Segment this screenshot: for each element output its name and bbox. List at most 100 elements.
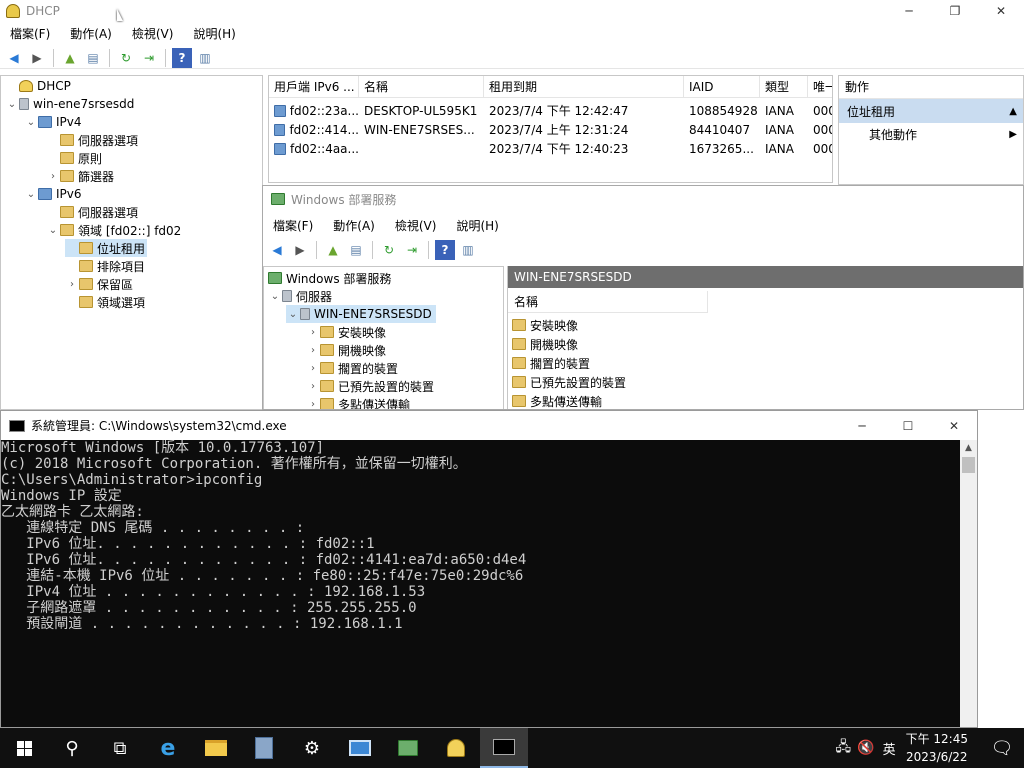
up-folder-icon[interactable]: ▲ [323,240,343,260]
chevron-down-icon[interactable]: ⌄ [268,291,282,302]
dhcp-titlebar[interactable]: DHCP ─ ❐ ✕ [0,0,1024,22]
back-arrow-icon[interactable]: ◀ [4,48,24,68]
menu-file[interactable]: 檔案(F) [263,217,323,234]
list-item[interactable]: 開機映像 [512,335,578,353]
tree-item-pending-devices[interactable]: › 擱置的裝置 [306,359,398,377]
file-explorer-icon[interactable] [192,728,240,768]
tree-item-install-images[interactable]: › 安裝映像 [306,323,386,341]
export-list-icon[interactable]: ⇥ [139,48,159,68]
tree-item-scope[interactable]: ⌄ 領域 [fd02::] fd02 [46,221,182,239]
chevron-down-icon[interactable]: ⌄ [5,99,19,110]
tree-item-ipv4-server-options[interactable]: 伺服器選項 [46,131,138,149]
close-button[interactable]: ✕ [978,0,1024,22]
dhcp-taskbar-icon[interactable] [432,728,480,768]
action-center-icon[interactable]: 🗨 [980,728,1024,768]
chevron-right-icon[interactable]: › [306,381,320,392]
actions-section-address-leases[interactable]: 位址租用 ▲ [839,99,1023,123]
menu-action[interactable]: 動作(A) [323,217,385,234]
column-client-ipv6[interactable]: 用戶端 IPv6 ... [269,76,359,97]
tree-item-reservations[interactable]: › 保留區 [65,275,133,293]
chevron-down-icon[interactable]: ⌄ [24,189,38,200]
minimize-button[interactable]: ─ [839,411,885,440]
list-item[interactable]: 多點傳送傳輸 [512,392,602,409]
column-lease-expiration[interactable]: 租用到期 [484,76,684,97]
minimize-button[interactable]: ─ [886,0,932,22]
close-button[interactable]: ✕ [931,411,977,440]
help-icon[interactable]: ? [172,47,192,68]
chevron-right-icon[interactable]: › [65,279,79,290]
cmd-taskbar-icon[interactable] [480,728,528,768]
volume-muted-icon[interactable]: 🔇 [857,740,874,756]
clock[interactable]: 下午 12:45 2023/6/22 [906,730,968,766]
cmd-output[interactable]: Microsoft Windows [版本 10.0.17763.107] (c)… [1,440,961,727]
chevron-right-icon[interactable]: › [306,399,320,410]
ime-indicator[interactable]: 英 [883,739,896,758]
list-item[interactable]: 擱置的裝置 [512,354,590,372]
menu-action[interactable]: 動作(A) [60,25,122,42]
task-view-icon[interactable]: ⧉ [96,728,144,768]
tree-item-address-leases[interactable]: 位址租用 [65,239,148,257]
tree-item-scope-options[interactable]: 領域選項 [65,293,145,311]
chevron-down-icon[interactable]: ⌄ [46,225,60,236]
scrollbar-thumb[interactable] [962,457,975,473]
back-arrow-icon[interactable]: ◀ [267,240,287,260]
column-unique-id[interactable]: 唯一 [808,76,832,97]
tree-item-prestaged-devices[interactable]: › 已預先設置的裝置 [306,377,434,395]
tree-item-wds-server[interactable]: ⌄ WIN-ENE7SRSESDD [286,305,436,323]
column-type[interactable]: 類型 [760,76,808,97]
list-item[interactable]: 已預先設置的裝置 [512,373,626,391]
refresh-icon[interactable]: ↻ [116,48,136,68]
show-hide-action-pane-icon[interactable]: ▥ [195,48,215,68]
restore-button[interactable]: ❐ [932,0,978,22]
tree-item-ipv4[interactable]: ⌄ IPv4 [24,113,82,131]
collapse-up-icon[interactable]: ▲ [1009,106,1017,117]
tree-item-exclusions[interactable]: 排除項目 [65,257,145,275]
tree-item-ipv6[interactable]: ⌄ IPv6 [24,185,82,203]
forward-arrow-icon[interactable]: ▶ [290,240,310,260]
tree-item-multicast[interactable]: › 多點傳送傳輸 [306,395,410,410]
lease-row[interactable]: fd02::23a... DESKTOP-UL595K1 2023/7/4 下午… [269,101,832,120]
show-hide-tree-icon[interactable]: ▤ [83,48,103,68]
chevron-right-icon[interactable]: › [306,327,320,338]
tree-item-ipv6-server-options[interactable]: 伺服器選項 [46,203,138,221]
tree-item-dhcp[interactable]: DHCP [5,77,71,95]
column-iaid[interactable]: IAID [684,76,760,97]
lease-row[interactable]: fd02::4aa... 2023/7/4 下午 12:40:23 167326… [269,139,832,158]
export-list-icon[interactable]: ⇥ [402,240,422,260]
help-icon[interactable]: ? [435,240,455,260]
tree-item-filters[interactable]: › 篩選器 [46,167,114,185]
wds-taskbar-icon[interactable] [384,728,432,768]
cmd-titlebar[interactable]: 系統管理員: C:\Windows\system32\cmd.exe ─ ☐ ✕ [1,411,977,440]
internet-explorer-icon[interactable]: e [144,728,192,768]
server-manager-icon[interactable] [240,728,288,768]
show-hide-tree-icon[interactable]: ▤ [346,240,366,260]
scroll-up-arrow-icon[interactable]: ▲ [960,440,977,457]
search-icon[interactable]: ⚲ [48,728,96,768]
chevron-down-icon[interactable]: ⌄ [24,117,38,128]
actions-more-actions[interactable]: 其他動作 ▶ [839,123,1023,145]
refresh-icon[interactable]: ↻ [379,240,399,260]
detail-column-name[interactable]: 名稱 [508,291,708,313]
lease-row[interactable]: fd02::414... WIN-ENE7SRSES... 2023/7/4 上… [269,120,832,139]
menu-help[interactable]: 說明(H) [446,217,508,234]
cmd-scrollbar[interactable]: ▲ [960,440,977,727]
tree-item-boot-images[interactable]: › 開機映像 [306,341,386,359]
wds-titlebar[interactable]: Windows 部署服務 [263,186,1023,212]
chevron-right-icon[interactable]: › [46,171,60,182]
menu-view[interactable]: 檢視(V) [385,217,447,234]
tree-item-wds-root[interactable]: Windows 部署服務 [268,269,391,287]
start-button[interactable] [0,728,48,768]
column-name[interactable]: 名稱 [359,76,484,97]
tree-item-server[interactable]: ⌄ win-ene7srsesdd [5,95,135,113]
menu-help[interactable]: 說明(H) [183,25,245,42]
show-hide-action-pane-icon[interactable]: ▥ [458,240,478,260]
network-icon[interactable]: 🖧 [836,736,852,760]
menu-view[interactable]: 檢視(V) [122,25,184,42]
remote-desktop-icon[interactable] [336,728,384,768]
maximize-button[interactable]: ☐ [885,411,931,440]
forward-arrow-icon[interactable]: ▶ [27,48,47,68]
settings-gear-icon[interactable]: ⚙ [288,728,336,768]
up-folder-icon[interactable]: ▲ [60,48,80,68]
tree-item-servers[interactable]: ⌄ 伺服器 [268,287,332,305]
tree-item-policies[interactable]: 原則 [46,149,102,167]
